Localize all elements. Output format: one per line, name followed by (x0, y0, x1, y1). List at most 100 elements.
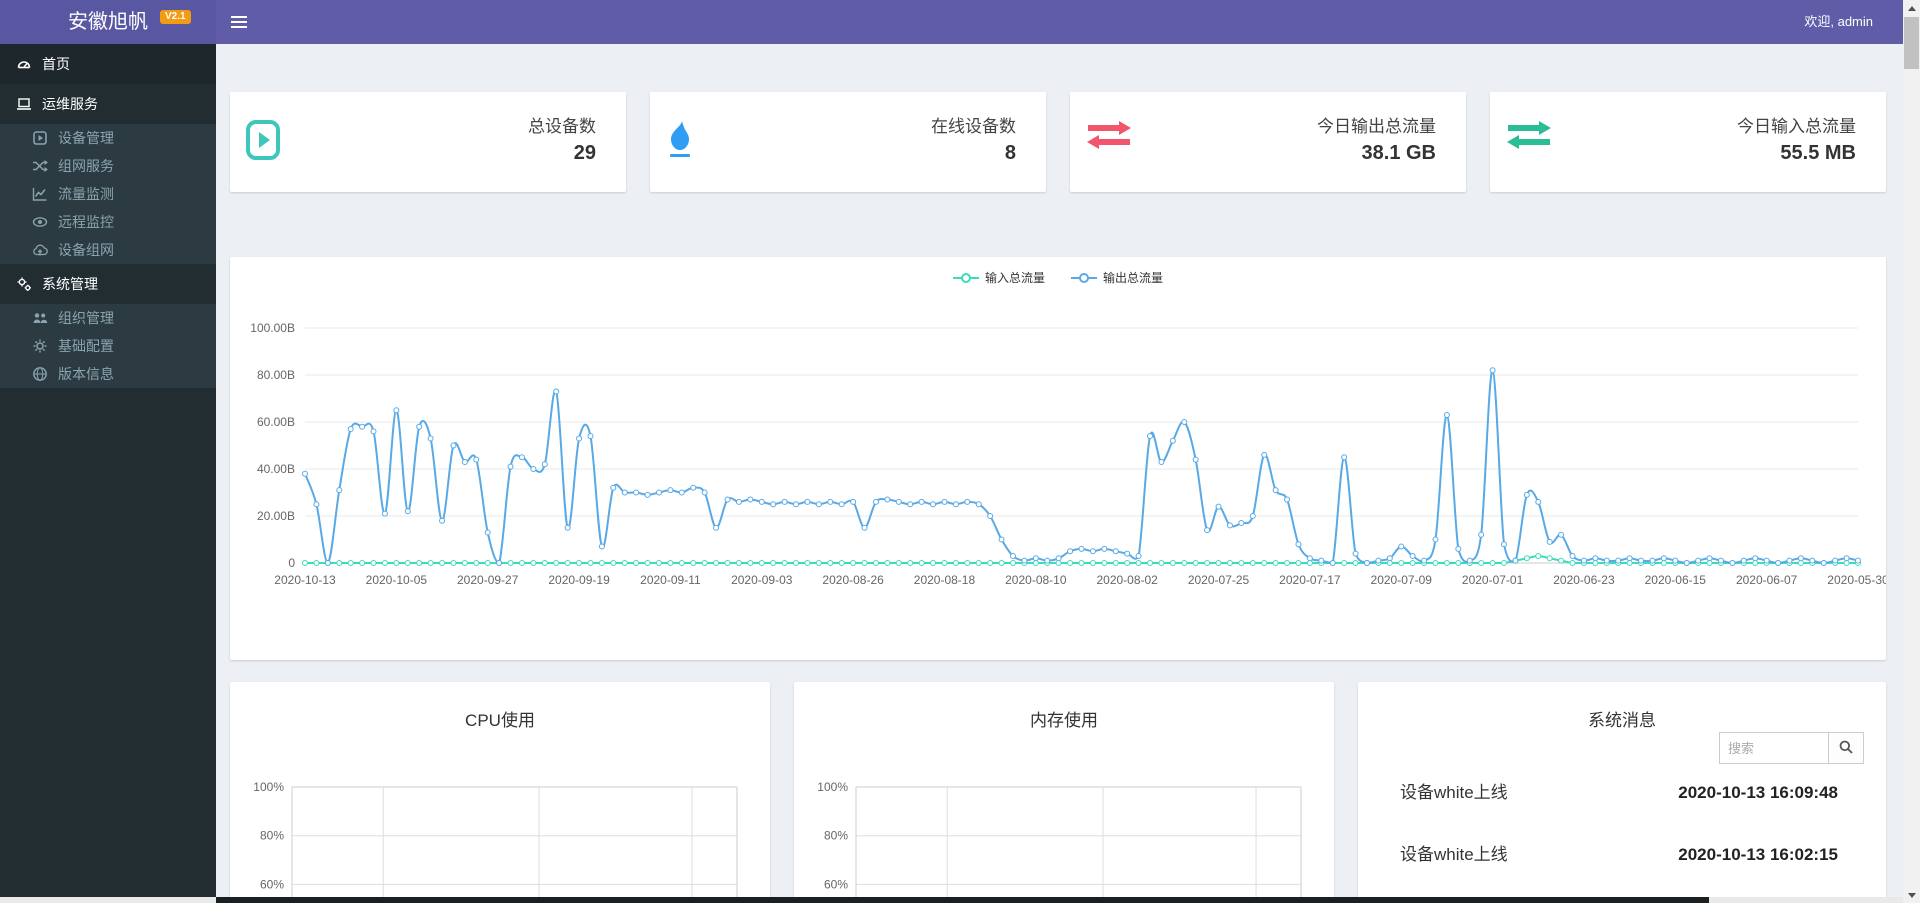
chart-legend: 输入总流量 输出总流量 (230, 269, 1886, 286)
sidebar-item-org-manage[interactable]: 组织管理 (0, 304, 216, 332)
svg-text:2020-08-02: 2020-08-02 (1096, 573, 1158, 587)
message-row: 设备white上线 2020-10-13 16:02:15 (1400, 840, 1838, 865)
message-row: 设备white上线 2020-10-13 16:09:48 (1400, 778, 1838, 803)
svg-text:2020-05-30: 2020-05-30 (1827, 573, 1886, 587)
svg-text:2020-08-18: 2020-08-18 (914, 573, 976, 587)
svg-text:80.00B: 80.00B (257, 368, 295, 382)
sidebar: 首页 运维服务 设备管理 组网服务 流量监测 远程监控 设备组网 系统管理 组织… (0, 44, 216, 897)
svg-text:2020-07-17: 2020-07-17 (1279, 573, 1341, 587)
user-menu[interactable]: 欢迎, admin (1804, 0, 1873, 44)
sidebar-item-label: 流量监测 (58, 186, 114, 202)
svg-text:100.00B: 100.00B (250, 321, 295, 335)
sidebar-item-network-service[interactable]: 组网服务 (0, 152, 216, 180)
sidebar-item-basic-config[interactable]: 基础配置 (0, 332, 216, 360)
eye-icon (32, 214, 48, 230)
message-search (1719, 732, 1864, 764)
play-square-icon (32, 130, 48, 146)
svg-text:2020-09-03: 2020-09-03 (731, 573, 793, 587)
stat-value: 8 (1004, 142, 1016, 164)
svg-text:2020-08-26: 2020-08-26 (822, 573, 884, 587)
exchange-arrows-icon (1086, 120, 1132, 155)
message-text: 设备white上线 (1400, 845, 1508, 864)
scroll-down-button[interactable] (1903, 887, 1920, 903)
stat-card-total-devices: 总设备数 29 (230, 92, 626, 192)
sidebar-item-label: 首页 (42, 56, 70, 72)
users-icon (32, 310, 48, 326)
stat-label: 今日输入总流量 (1737, 117, 1856, 136)
search-button[interactable] (1828, 732, 1864, 764)
legend-item[interactable]: 输出总流量 (1071, 269, 1163, 286)
sidebar-item-label: 系统管理 (42, 276, 98, 292)
cpu-chart[interactable]: 100% 80% 60% (230, 682, 770, 903)
sidebar-item-home[interactable]: 首页 (0, 44, 216, 84)
scroll-up-button[interactable] (1903, 0, 1920, 16)
sidebar-section-ops[interactable]: 运维服务 (0, 84, 216, 124)
svg-text:2020-07-25: 2020-07-25 (1188, 573, 1250, 587)
svg-text:60.00B: 60.00B (257, 415, 295, 429)
sidebar-item-label: 版本信息 (58, 366, 114, 382)
stat-card-input-traffic: 今日输入总流量 55.5 MB (1490, 92, 1886, 192)
sidebar-item-traffic-monitor[interactable]: 流量监测 (0, 180, 216, 208)
svg-text:60%: 60% (824, 877, 848, 891)
messages-title: 系统消息 (1588, 711, 1656, 730)
svg-text:0: 0 (288, 556, 295, 570)
svg-text:2020-07-09: 2020-07-09 (1371, 573, 1433, 587)
svg-text:2020-09-19: 2020-09-19 (548, 573, 610, 587)
version-badge: V2.1 (160, 10, 191, 24)
line-chart-icon (32, 186, 48, 202)
search-input[interactable] (1719, 732, 1828, 764)
main-content: 总设备数 29 在线设备数 8 今日输出总流量 38.1 GB 今日输入总流量 … (216, 44, 1903, 903)
svg-text:100%: 100% (817, 780, 848, 794)
sidebar-section-system[interactable]: 系统管理 (0, 264, 216, 304)
sidebar-item-label: 组织管理 (58, 310, 114, 326)
sidebar-item-label: 远程监控 (58, 214, 114, 230)
sidebar-item-label: 设备管理 (58, 130, 114, 146)
svg-text:60%: 60% (260, 877, 284, 891)
scrollbar-thumb[interactable] (1904, 17, 1919, 69)
bottom-edge-strip (0, 897, 1920, 903)
vertical-scrollbar[interactable] (1903, 0, 1920, 903)
stat-label: 在线设备数 (931, 117, 1016, 136)
system-messages-card: 系统消息 设备white上线 2020-10-13 16:09:48 设备whi… (1358, 682, 1886, 903)
message-time: 2020-10-13 16:09:48 (1678, 783, 1838, 802)
memory-chart[interactable]: 100% 80% 60% (794, 682, 1334, 903)
svg-text:2020-10-13: 2020-10-13 (274, 573, 336, 587)
sidebar-item-label: 基础配置 (58, 338, 114, 354)
message-time: 2020-10-13 16:02:15 (1678, 845, 1838, 864)
svg-text:100%: 100% (253, 780, 284, 794)
cpu-chart-card: CPU使用 100% 80% 60% (230, 682, 770, 903)
shuffle-icon (32, 158, 48, 174)
traffic-chart[interactable]: 100.00B 80.00B 60.00B 40.00B 20.00B 0 2020-10-… (230, 287, 1886, 647)
flame-icon (666, 120, 694, 165)
sidebar-item-device-network[interactable]: 设备组网 (0, 236, 216, 264)
arrow-up-icon (1907, 5, 1916, 11)
stat-card-output-traffic: 今日输出总流量 38.1 GB (1070, 92, 1466, 192)
sidebar-item-remote-monitor[interactable]: 远程监控 (0, 208, 216, 236)
sidebar-toggle-button[interactable] (216, 0, 262, 44)
globe-icon (32, 366, 48, 382)
sidebar-item-version-info[interactable]: 版本信息 (0, 360, 216, 388)
laptop-icon (16, 96, 32, 112)
svg-text:2020-09-11: 2020-09-11 (640, 573, 701, 587)
sidebar-item-label: 组网服务 (58, 158, 114, 174)
dashboard-icon (16, 56, 32, 72)
sidebar-item-label: 设备组网 (58, 242, 114, 258)
svg-text:2020-06-15: 2020-06-15 (1645, 573, 1707, 587)
sidebar-item-device-manage[interactable]: 设备管理 (0, 124, 216, 152)
stat-label: 总设备数 (528, 117, 596, 136)
gears-icon (16, 276, 32, 292)
brand-logo[interactable]: 安徽旭帆 V2.1 (0, 0, 216, 44)
sidebar-item-label: 运维服务 (42, 96, 98, 112)
exchange-arrows-icon (1506, 120, 1552, 155)
svg-text:2020-09-27: 2020-09-27 (457, 573, 519, 587)
cloud-upload-icon (32, 242, 48, 258)
legend-item[interactable]: 输入总流量 (952, 269, 1045, 286)
stat-value: 29 (573, 142, 596, 164)
magnifier-icon (1838, 739, 1854, 758)
stat-value: 55.5 MB (1780, 142, 1856, 164)
svg-text:2020-06-07: 2020-06-07 (1736, 573, 1798, 587)
svg-text:2020-06-23: 2020-06-23 (1553, 573, 1615, 587)
traffic-chart-card: 输入总流量 输出总流量 100.00B 80.00B 60.00B 40.00B 20.0… (230, 257, 1886, 660)
gear-icon (32, 338, 48, 354)
svg-text:2020-07-01: 2020-07-01 (1462, 573, 1524, 587)
